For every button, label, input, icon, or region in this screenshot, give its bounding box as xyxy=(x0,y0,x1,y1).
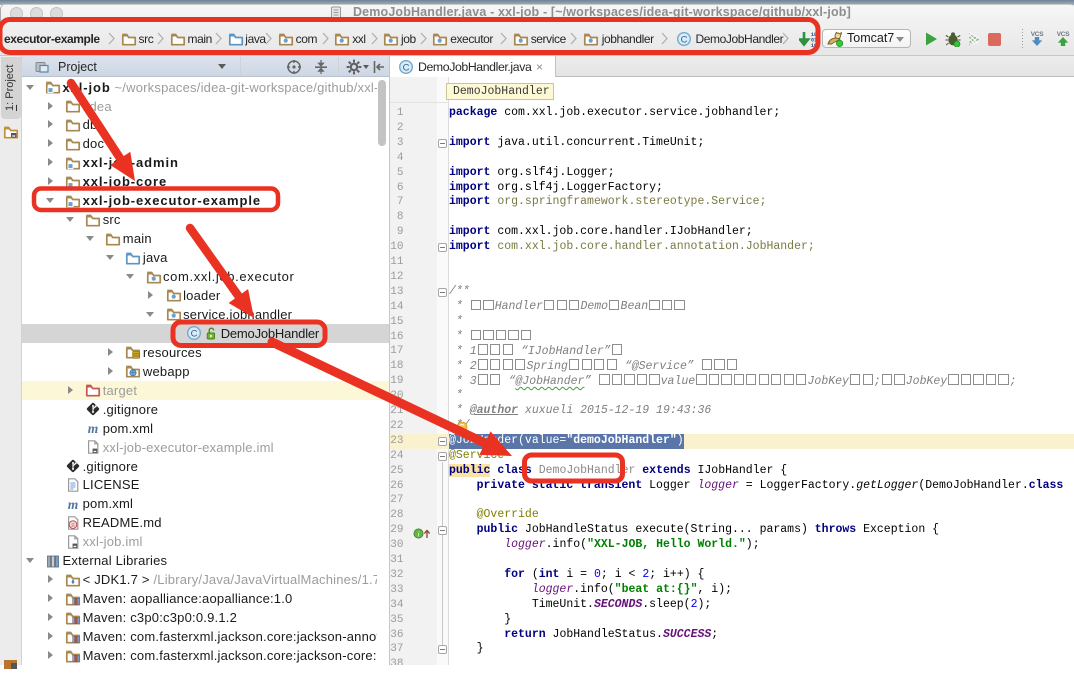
svg-text:m: m xyxy=(68,497,79,512)
svg-text:C: C xyxy=(403,62,410,73)
svg-text:C: C xyxy=(190,329,197,340)
svg-text:10: 10 xyxy=(811,43,817,48)
svg-text:m: m xyxy=(88,421,99,436)
svg-text:VCS: VCS xyxy=(1057,31,1070,38)
svg-text:C: C xyxy=(680,34,687,45)
svg-text:M: M xyxy=(71,522,75,528)
svg-text:i: i xyxy=(417,529,419,538)
svg-text:VCS: VCS xyxy=(1031,31,1044,38)
